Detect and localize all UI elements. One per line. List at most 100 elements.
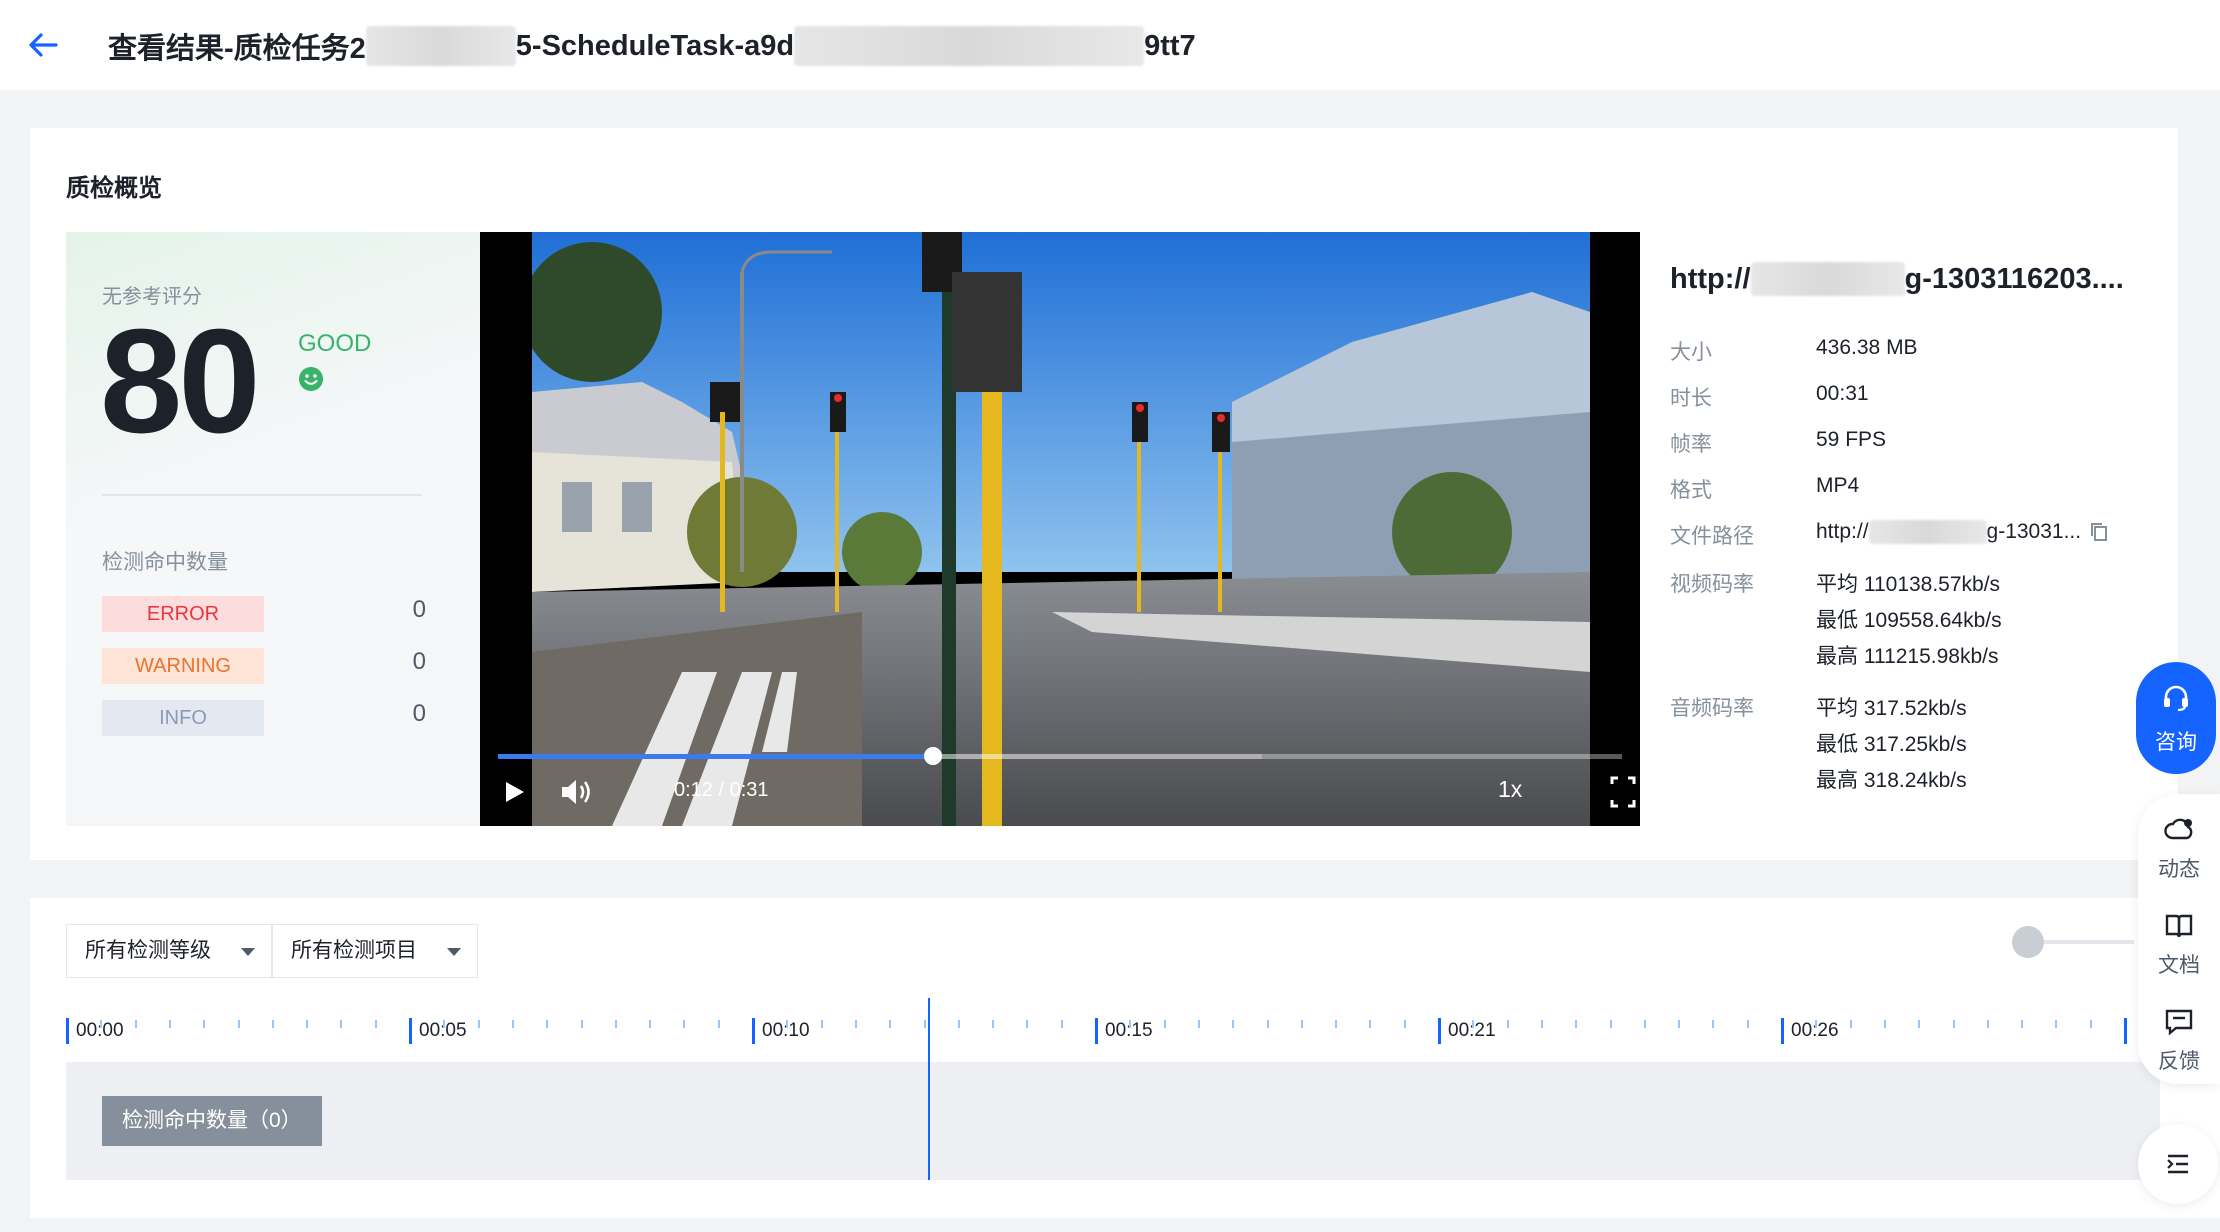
tick-minor	[717, 1020, 720, 1028]
tick-minor	[1815, 1020, 1818, 1028]
audio-bitrate-avg: 平均 317.52kb/s	[1816, 697, 1967, 720]
info-value: 436.38 MB	[1816, 336, 1918, 359]
tick-minor	[580, 1020, 583, 1028]
tick-major	[66, 1018, 69, 1044]
tick-major	[2124, 1018, 2127, 1044]
feedback-button[interactable]: 反馈	[2138, 1008, 2220, 1075]
video-frame	[532, 232, 1590, 826]
docs-label: 文档	[2158, 954, 2200, 977]
caret-down-icon	[447, 948, 461, 956]
tick-minor	[1678, 1020, 1681, 1028]
file-url-end: g-1303116203....	[1904, 262, 2124, 295]
timeline-card: 所有检测等级 所有检测项目 00:00 00:05 00:10 00:15 00…	[30, 898, 2220, 1218]
book-icon	[2165, 914, 2193, 938]
file-url-start: http://	[1670, 262, 1751, 295]
play-icon[interactable]	[502, 774, 528, 810]
progress-handle[interactable]	[923, 747, 942, 765]
tick-minor	[2021, 1020, 2024, 1028]
info-key: 帧率	[1670, 433, 1712, 456]
timeline-playhead[interactable]	[928, 998, 930, 1180]
level-count-error: 0	[412, 596, 426, 623]
tick-major	[1438, 1018, 1441, 1044]
info-value: 00:31	[1816, 382, 1869, 405]
news-label: 动态	[2158, 858, 2200, 881]
info-key: 文件路径	[1670, 525, 1754, 548]
redacted-text	[794, 26, 1145, 66]
file-url: http:// g-1303116203....	[1670, 262, 2124, 296]
video-bitrate-min: 最低 109558.64kb/s	[1816, 609, 2002, 632]
copy-icon[interactable]	[2089, 521, 2109, 543]
tick-minor	[546, 1020, 549, 1028]
tick-minor	[854, 1020, 857, 1028]
tick-minor	[1403, 1020, 1406, 1028]
tick-major	[409, 1018, 412, 1044]
tick-minor	[683, 1020, 686, 1028]
audio-bitrate-max: 最高 318.24kb/s	[1816, 769, 1967, 792]
audio-bitrate-min: 最低 317.25kb/s	[1816, 733, 1967, 756]
tick-minor	[1918, 1020, 1921, 1028]
level-badge-info: INFO	[102, 700, 264, 736]
path-start: http://	[1816, 520, 1869, 543]
tick-minor	[271, 1020, 274, 1028]
list-indent-icon	[2167, 1154, 2188, 1174]
path-end: g-13031...	[1986, 520, 2082, 543]
tick-minor	[2089, 1020, 2092, 1028]
info-key: 时长	[1670, 387, 1712, 410]
playback-speed-button[interactable]: 1x	[1498, 776, 1522, 803]
tick-minor	[614, 1020, 617, 1028]
tick-minor	[237, 1020, 240, 1028]
section-title: 质检概览	[66, 175, 162, 202]
consult-button[interactable]: 咨询	[2136, 662, 2216, 774]
level-count-info: 0	[412, 700, 426, 727]
item-filter-select[interactable]: 所有检测项目	[272, 924, 478, 978]
smile-icon	[299, 367, 323, 391]
timeline[interactable]: 00:00 00:05 00:10 00:15 00:21 00:26 检测命中…	[66, 998, 2160, 1194]
level-filter-select[interactable]: 所有检测等级	[66, 924, 272, 978]
level-badge-error: ERROR	[102, 596, 264, 632]
tick-minor	[1129, 1020, 1132, 1028]
tick-minor	[511, 1020, 514, 1028]
video-progress-bar[interactable]	[498, 747, 1622, 765]
tick-minor	[786, 1020, 789, 1028]
title-prefix: 查看结果-质检任务2	[108, 33, 366, 65]
tick-minor	[1712, 1020, 1715, 1028]
info-value: 59 FPS	[1816, 428, 1887, 451]
tick-minor	[1575, 1020, 1578, 1028]
fullscreen-icon[interactable]	[1610, 774, 1636, 810]
tick-minor	[306, 1020, 309, 1028]
feedback-label: 反馈	[2158, 1050, 2200, 1073]
page-header: 查看结果-质检任务2 5-ScheduleTask-a9d 9tt7	[0, 0, 2220, 90]
tick-minor	[1986, 1020, 1989, 1028]
menu-button[interactable]	[2138, 1124, 2218, 1204]
info-value: MP4	[1816, 474, 1860, 497]
tick-minor	[889, 1020, 892, 1028]
news-button[interactable]: 动态	[2138, 816, 2220, 883]
headset-icon	[2164, 685, 2188, 712]
side-toolbar: 动态 文档 反馈	[2138, 794, 2220, 1084]
docs-button[interactable]: 文档	[2138, 912, 2220, 979]
volume-icon[interactable]	[558, 774, 594, 810]
back-arrow-icon[interactable]	[26, 28, 60, 62]
hit-count-track-button[interactable]: 检测命中数量（0）	[102, 1096, 322, 1146]
video-player[interactable]: 0:12 / 0:31 1x	[480, 232, 1640, 826]
level-badge-warning: WARNING	[102, 648, 264, 684]
video-time: 0:12 / 0:31	[674, 779, 769, 801]
info-key: 音频码率	[1670, 697, 1754, 720]
tick-minor	[1506, 1020, 1509, 1028]
zoom-slider[interactable]	[2012, 926, 2134, 958]
tick-minor	[1197, 1020, 1200, 1028]
tick-minor	[477, 1020, 480, 1028]
video-bitrate-max: 最高 111215.98kb/s	[1816, 645, 1999, 668]
timeline-ruler: 00:00 00:05 00:10 00:15 00:21 00:26	[66, 998, 2160, 1062]
progress-played	[498, 754, 933, 759]
level-filter-value: 所有检测等级	[85, 939, 211, 962]
zoom-slider-handle[interactable]	[2012, 926, 2044, 958]
info-key: 大小	[1670, 341, 1712, 364]
file-info-panel: http:// g-1303116203.... 大小 436.38 MB 时长…	[1670, 232, 2160, 826]
tick-minor	[1472, 1020, 1475, 1028]
divider	[102, 494, 422, 496]
title-middle: 5-ScheduleTask-a9d	[515, 29, 795, 62]
page-title: 查看结果-质检任务2 5-ScheduleTask-a9d 9tt7	[108, 26, 1196, 66]
tick-minor	[203, 1020, 206, 1028]
tick-minor	[1952, 1020, 1955, 1028]
